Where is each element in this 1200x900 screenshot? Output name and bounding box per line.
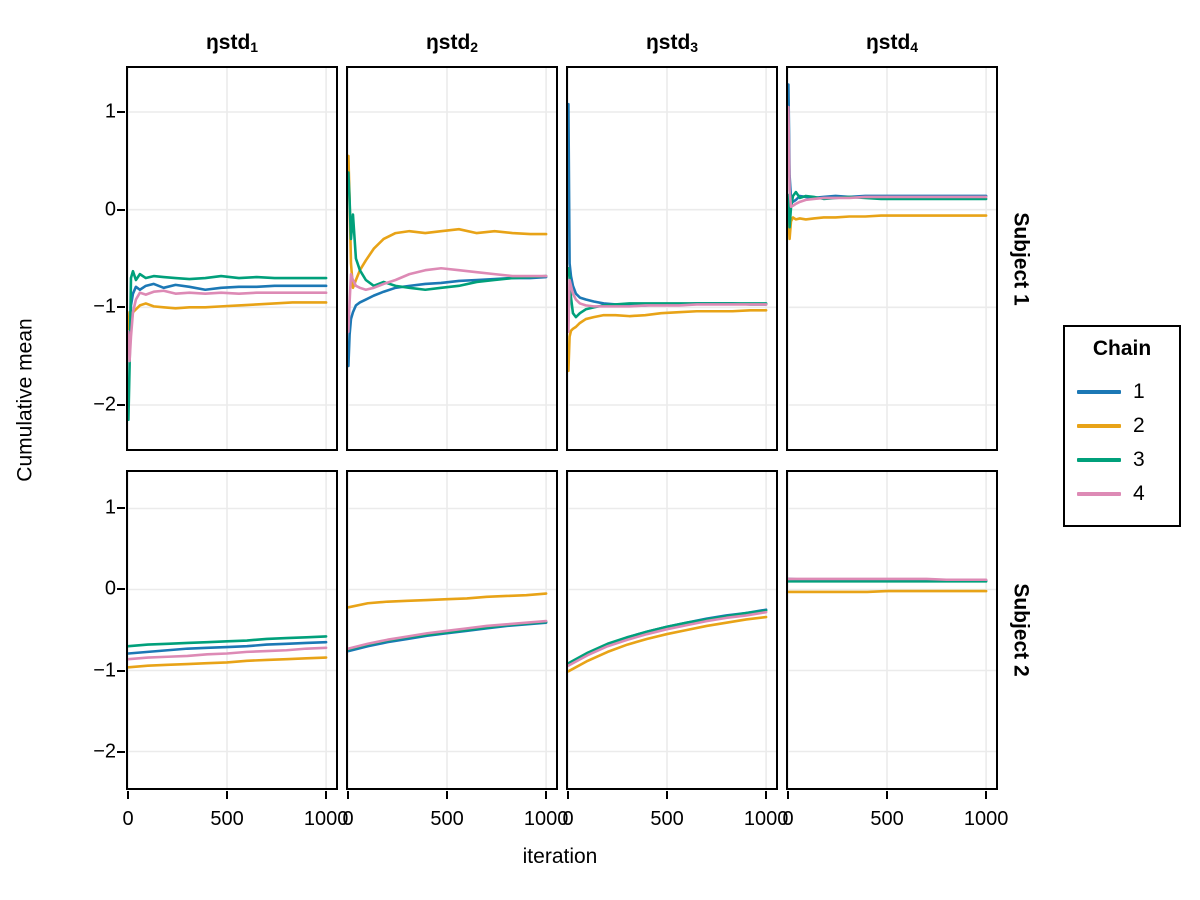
y-tick-label: −1 bbox=[93, 659, 116, 681]
x-tick-label: 500 bbox=[430, 808, 464, 830]
legend-swatch-icon bbox=[1077, 390, 1121, 394]
legend-swatch-icon bbox=[1077, 458, 1121, 462]
panel-subject-2-col1 bbox=[126, 470, 338, 790]
x-tick-label: 500 bbox=[870, 808, 904, 830]
x-axis-title-text: iteration bbox=[522, 845, 598, 868]
x-tick-label: 0 bbox=[342, 808, 354, 830]
y-tick-label: 1 bbox=[104, 496, 116, 519]
facet-col-label-base: ŋstd bbox=[865, 31, 911, 54]
legend-item-label: 3 bbox=[1133, 448, 1145, 471]
facet-row-label-2: Subject 2 bbox=[1004, 470, 1038, 790]
facet-col-label-4: ŋstd 4 bbox=[786, 26, 998, 60]
panel-subject-2-col2 bbox=[346, 470, 558, 790]
facet-col-label-base: ŋstd bbox=[205, 31, 251, 54]
y-tick-label: 0 bbox=[104, 198, 116, 221]
x-tick-mark bbox=[567, 791, 569, 799]
y-tick-label: −1 bbox=[93, 295, 116, 318]
x-tick-mark bbox=[787, 791, 789, 799]
facet-col-label-subscript: 3 bbox=[690, 39, 699, 55]
legend-item-chain-4[interactable]: 4 bbox=[1065, 477, 1179, 511]
panel-subject-1-col4 bbox=[786, 66, 998, 451]
y-tick-label: −2 bbox=[93, 393, 116, 416]
facet-col-label-3: ŋstd 3 bbox=[566, 26, 778, 60]
legend-swatch-icon bbox=[1077, 424, 1121, 428]
y-tick-mark bbox=[117, 110, 125, 113]
legend-item-chain-3[interactable]: 3 bbox=[1065, 443, 1179, 477]
facet-col-label-1: ŋstd 1 bbox=[126, 26, 338, 60]
x-tick-label: 1000 bbox=[963, 808, 1009, 830]
facet-col-label-2: ŋstd 2 bbox=[346, 26, 558, 60]
legend-swatch-icon bbox=[1077, 492, 1121, 496]
panel-subject-1-col3 bbox=[566, 66, 778, 451]
y-tick-mark bbox=[117, 404, 125, 407]
panel-subject-1-col1 bbox=[126, 66, 338, 451]
y-tick-mark bbox=[117, 669, 125, 672]
x-tick-mark bbox=[325, 791, 328, 799]
x-tick-mark bbox=[127, 791, 129, 799]
x-tick-label: 500 bbox=[650, 808, 684, 830]
facet-row-label-text: Subject 2 bbox=[1010, 583, 1033, 677]
chart-root: Cumulative mean iteration ŋstd 1 ŋstd 2 ŋstd… bbox=[0, 0, 1200, 900]
y-tick-mark bbox=[117, 306, 125, 309]
y-axis-title-text: Cumulative mean bbox=[14, 318, 37, 482]
y-tick-label: −2 bbox=[93, 740, 116, 763]
panel-subject-2-col4 bbox=[786, 470, 998, 790]
legend-items: 1 2 3 4 bbox=[1065, 375, 1179, 511]
facet-col-label-base: ŋstd bbox=[645, 31, 691, 54]
y-tick-mark bbox=[117, 588, 125, 591]
x-tick-mark bbox=[446, 791, 449, 799]
x-tick-mark bbox=[765, 791, 768, 799]
legend-item-label: 2 bbox=[1133, 414, 1145, 437]
x-tick-label: 0 bbox=[122, 808, 134, 830]
x-tick-mark bbox=[545, 791, 548, 799]
x-tick-label: 0 bbox=[562, 808, 574, 830]
y-axis-title: Cumulative mean bbox=[6, 0, 46, 800]
facet-row-label-text: Subject 1 bbox=[1010, 211, 1033, 306]
panel-subject-2-col3 bbox=[566, 470, 778, 790]
x-tick-mark bbox=[886, 791, 889, 799]
x-tick-mark bbox=[666, 791, 669, 799]
facet-col-label-base: ŋstd bbox=[425, 31, 471, 54]
facet-col-label-subscript: 1 bbox=[250, 39, 259, 55]
x-tick-label: 0 bbox=[782, 808, 794, 830]
facet-col-label-subscript: 2 bbox=[470, 39, 479, 55]
legend-title: Chain bbox=[1092, 337, 1152, 360]
x-tick-label: 500 bbox=[210, 808, 244, 830]
x-tick-mark bbox=[347, 791, 349, 799]
y-tick-mark bbox=[117, 750, 125, 753]
legend-item-chain-1[interactable]: 1 bbox=[1065, 375, 1179, 409]
y-tick-mark bbox=[117, 507, 125, 510]
legend-item-label: 4 bbox=[1133, 482, 1145, 505]
x-axis-title: iteration bbox=[120, 845, 1000, 869]
legend-item-chain-2[interactable]: 2 bbox=[1065, 409, 1179, 443]
x-tick-mark bbox=[985, 791, 988, 799]
y-tick-mark bbox=[117, 208, 125, 211]
x-tick-mark bbox=[226, 791, 229, 799]
y-tick-label: 1 bbox=[104, 100, 116, 123]
y-tick-label: 0 bbox=[104, 577, 116, 600]
facet-row-label-1: Subject 1 bbox=[1004, 66, 1038, 451]
legend-item-label: 1 bbox=[1133, 380, 1145, 403]
facet-col-label-subscript: 4 bbox=[910, 39, 919, 55]
legend: Chain 1 2 3 4 bbox=[1063, 325, 1181, 527]
panel-subject-1-col2 bbox=[346, 66, 558, 451]
